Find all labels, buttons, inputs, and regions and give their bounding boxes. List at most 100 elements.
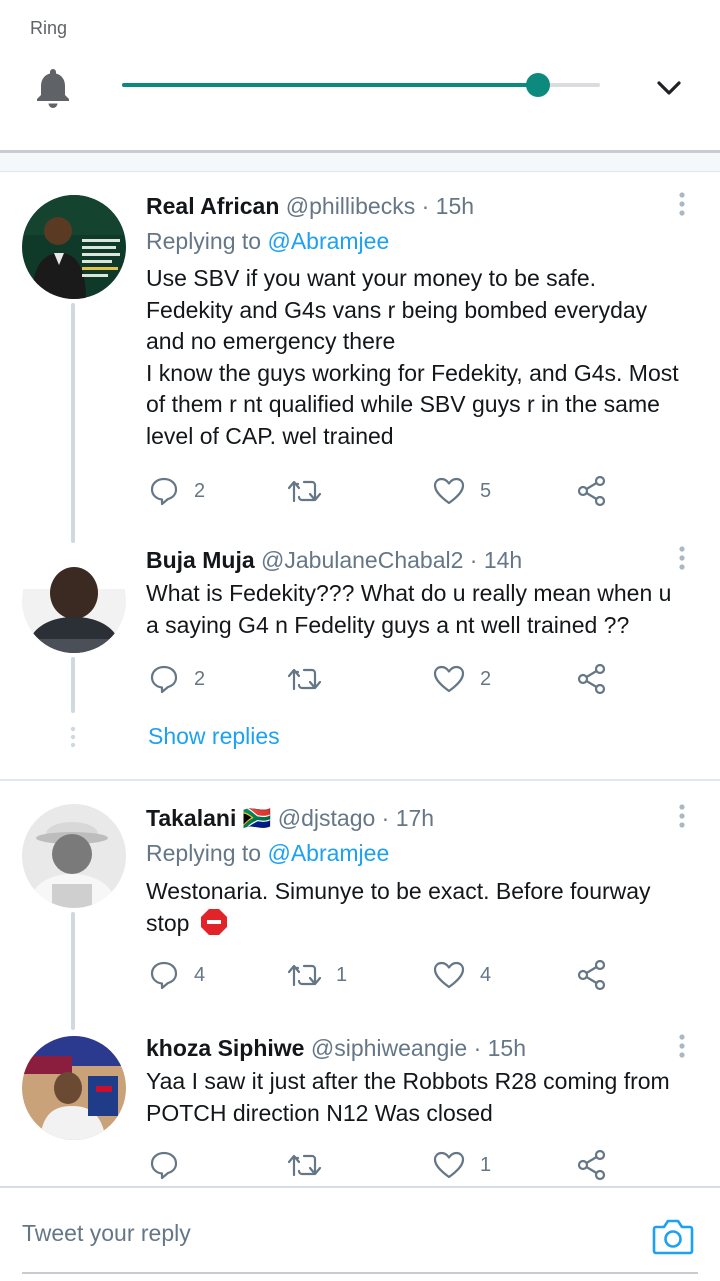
avatar[interactable]	[22, 804, 126, 908]
avatar[interactable]	[22, 1036, 126, 1140]
replying-to-mention[interactable]: @Abramjee	[267, 840, 389, 866]
more-options-icon[interactable]	[670, 1032, 694, 1060]
more-options-icon[interactable]	[670, 190, 694, 218]
tweet-header: khoza Siphiwe @siphiweangie · 15h	[146, 1034, 526, 1062]
retweet-icon	[287, 668, 322, 691]
tweet-header: Buja Muja @JabulaneChabal2 · 14h	[146, 546, 522, 574]
retweet-icon	[287, 964, 322, 987]
author-handle[interactable]: @phillibecks	[286, 193, 415, 219]
tweet-actions: 1	[146, 1148, 626, 1182]
more-options-icon[interactable]	[670, 802, 694, 830]
retweet-count: 1	[336, 963, 348, 986]
more-replies-dots-icon	[70, 726, 76, 748]
section-gap	[0, 153, 720, 172]
tweet-actions: 2 2	[146, 662, 626, 696]
retweet-icon	[287, 1154, 322, 1177]
share-button[interactable]	[576, 474, 608, 508]
reply-icon	[150, 665, 178, 694]
tweet-time: · 15h	[473, 1035, 527, 1061]
share-button[interactable]	[576, 958, 608, 992]
camera-icon[interactable]	[652, 1216, 694, 1256]
share-icon	[577, 475, 606, 507]
retweet-button[interactable]	[286, 1148, 336, 1182]
like-button[interactable]: 5	[432, 474, 491, 508]
tweet-header: Takalani 🇿🇦 @djstago · 17h	[146, 804, 434, 832]
tweet-text-line: I know the guys working for Fedekity, an…	[146, 359, 679, 386]
avatar[interactable]	[22, 195, 126, 299]
reply-button[interactable]	[148, 1148, 194, 1182]
reply-input-underline	[22, 1272, 698, 1274]
tweet-header: Real African @phillibecks · 15h	[146, 192, 474, 220]
reply-button[interactable]: 4	[148, 958, 205, 992]
tweet-text-line: Fedekity and G4s vans r being bombed eve…	[146, 296, 648, 323]
author-name[interactable]: Real African	[146, 193, 279, 219]
like-button[interactable]: 1	[432, 1148, 491, 1182]
reply-icon	[150, 477, 178, 506]
thread-line	[71, 303, 75, 543]
heart-icon	[433, 665, 465, 693]
share-button[interactable]	[576, 662, 608, 696]
tweet-text-line: a saying G4 n Fedelity guys a nt well tr…	[146, 611, 630, 638]
replying-to-label: Replying to	[146, 228, 262, 254]
tweet-text: Yaa I saw it just after the Robbots R28 …	[146, 1066, 706, 1129]
like-count: 5	[480, 479, 492, 502]
volume-slider-fill	[122, 83, 538, 87]
retweet-button[interactable]	[286, 662, 336, 696]
chevron-down-icon[interactable]	[654, 76, 684, 100]
share-icon	[577, 1149, 606, 1181]
reply-icon	[150, 1151, 178, 1180]
author-handle[interactable]: @djstago	[278, 805, 376, 831]
retweet-button[interactable]: 1	[286, 958, 347, 992]
reply-button[interactable]: 2	[148, 474, 205, 508]
reply-count: 4	[194, 963, 206, 986]
thread-line	[71, 912, 75, 1030]
share-button[interactable]	[576, 1148, 608, 1182]
tweet-text-line: and no emergency there	[146, 328, 396, 354]
tweet-text-line: Westonaria. Simunye to be exact. Before …	[146, 878, 651, 904]
reply-count: 2	[194, 479, 206, 502]
reply-button[interactable]: 2	[148, 662, 205, 696]
replying-to-mention[interactable]: @Abramjee	[267, 228, 389, 254]
conversation-separator	[0, 779, 720, 781]
author-name[interactable]: khoza Siphiwe	[146, 1035, 304, 1061]
flag-emoji: 🇿🇦	[242, 805, 272, 831]
like-count: 2	[480, 667, 492, 690]
avatar[interactable]	[22, 549, 126, 653]
tweet-actions: 2 5	[146, 474, 626, 508]
retweet-button[interactable]	[286, 474, 336, 508]
ring-label: Ring	[30, 18, 68, 38]
tweet-reply-input[interactable]: Tweet your reply	[22, 1220, 191, 1247]
bell-icon[interactable]	[33, 66, 73, 108]
replying-to: Replying to @Abramjee	[146, 227, 389, 255]
reply-bar: Tweet your reply	[0, 1186, 720, 1281]
more-options-icon[interactable]	[670, 544, 694, 572]
tweet-text: Use SBV if you want your money to be saf…	[146, 263, 706, 452]
show-replies-link[interactable]: Show replies	[148, 723, 280, 750]
like-button[interactable]: 2	[432, 662, 491, 696]
heart-icon	[433, 1151, 465, 1179]
author-handle[interactable]: @JabulaneChabal2	[261, 547, 463, 573]
tweet-text-line: stop	[146, 908, 706, 940]
like-button[interactable]: 4	[432, 958, 491, 992]
reply-icon	[150, 961, 178, 990]
like-count: 4	[480, 963, 492, 986]
tweet-text-segment: stop	[146, 909, 190, 936]
like-count: 1	[480, 1153, 492, 1176]
stop-sign-icon	[200, 908, 227, 935]
heart-icon	[433, 961, 465, 989]
tweet-text: What is Fedekity??? What do u really mea…	[146, 578, 706, 641]
share-icon	[577, 959, 606, 991]
author-handle[interactable]: @siphiweangie	[311, 1035, 467, 1061]
author-name[interactable]: Buja Muja	[146, 547, 255, 573]
replying-to: Replying to @Abramjee	[146, 839, 389, 867]
tweet-time: · 15h	[421, 193, 475, 219]
tweet-text-line: What is Fedekity??? What do u really mea…	[146, 580, 672, 606]
heart-icon	[433, 477, 465, 505]
replying-to-label: Replying to	[146, 840, 262, 866]
tweet-time: · 14h	[469, 547, 523, 573]
share-icon	[577, 663, 606, 695]
volume-slider[interactable]	[122, 73, 600, 97]
volume-slider-thumb[interactable]	[525, 73, 550, 97]
volume-panel: Ring	[0, 0, 720, 152]
author-name[interactable]: Takalani	[146, 805, 236, 831]
